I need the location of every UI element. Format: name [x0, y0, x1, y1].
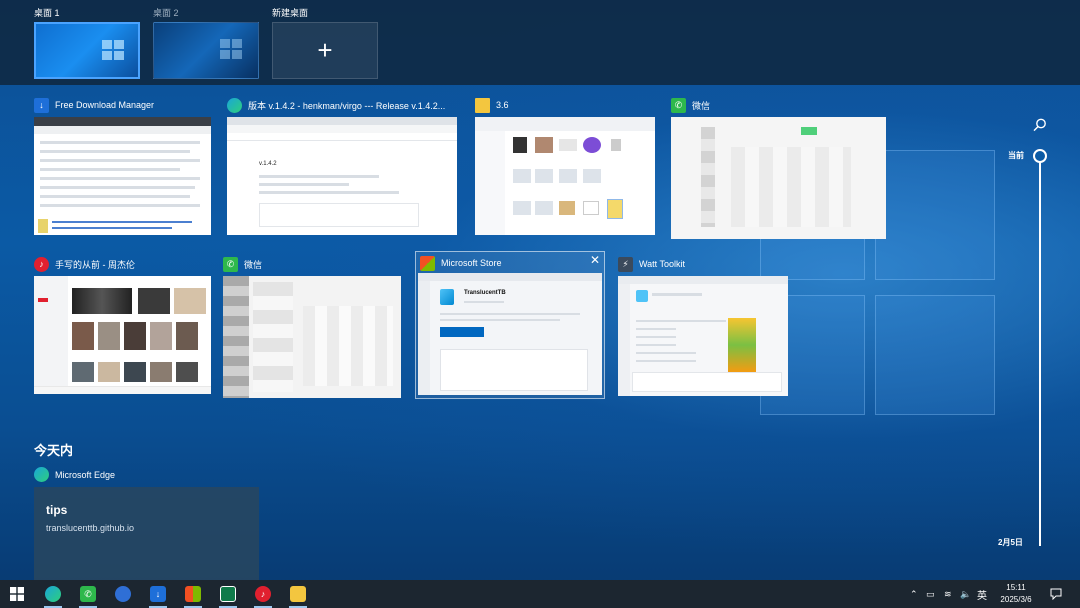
new-desktop-label: 新建桌面 — [272, 8, 309, 18]
virtual-desktops-bar: 桌面 1 桌面 2 新建桌面 + — [0, 0, 1080, 85]
window-title-bar: ♪ 手写的从前 - 周杰伦 — [34, 255, 135, 273]
timeline-current-label: 当前 — [1008, 151, 1024, 160]
activity-card-tips[interactable]: tips translucenttb.github.io — [34, 487, 259, 580]
show-hidden-icons-button[interactable]: ⌃ — [910, 580, 918, 608]
window-thumbnail — [34, 117, 211, 235]
taskbar-netease-music[interactable]: ♪ — [246, 580, 280, 608]
chevron-up-icon: ⌃ — [910, 588, 918, 599]
speaker-icon: 🔈 — [960, 588, 972, 599]
timeline-date-label[interactable]: 2月5日 — [998, 537, 1023, 548]
window-title: 手写的从前 - 周杰伦 — [55, 259, 135, 270]
fdm-icon: ↓ — [150, 586, 166, 602]
window-free-download-manager[interactable]: ↓ Free Download Manager — [34, 96, 211, 241]
wechat-icon: ✆ — [80, 586, 96, 602]
window-thumbnail — [223, 276, 401, 398]
start-button[interactable] — [0, 580, 34, 608]
taskbar-store[interactable] — [176, 580, 210, 608]
new-desktop-button[interactable]: + — [272, 22, 378, 79]
window-title-bar: ✆ 微信 — [671, 96, 710, 114]
activity-card-url: translucenttb.github.io — [46, 523, 135, 533]
window-title-bar: 3.6 — [475, 96, 509, 114]
watt-toolkit-icon: ⚡ — [618, 256, 633, 272]
plus-icon: + — [317, 35, 333, 65]
taskbar-watt-toolkit[interactable] — [211, 580, 245, 608]
window-title: 版本 v.1.4.2 - henkman/virgo --- Release v… — [248, 100, 446, 111]
window-netease-music[interactable]: ♪ 手写的从前 - 周杰伦 — [34, 255, 211, 400]
window-thumbnail: TranslucentTB — [418, 273, 602, 395]
windows-start-icon — [10, 587, 24, 601]
magnifier-app-icon — [115, 586, 131, 602]
desktop-2-thumbnail[interactable] — [153, 22, 259, 79]
window-thumbnail — [671, 117, 886, 239]
taskbar-search-app[interactable] — [106, 580, 140, 608]
window-title: Watt Toolkit — [639, 259, 686, 269]
taskbar-clock[interactable]: 15:11 2025/3/6 — [996, 582, 1036, 606]
windows-logo-icon — [102, 40, 124, 60]
taskbar-edge[interactable] — [36, 580, 70, 608]
edge-icon — [227, 97, 242, 113]
window-title: 微信 — [692, 100, 711, 111]
taskbar: ✆ ↓ ♪ ⌃ ▭ ≋ 🔈 英 15:11 2025/3/6 — [0, 580, 1080, 608]
window-title-bar: Microsoft Store — [420, 254, 502, 272]
desktop-2-label: 桌面 2 — [153, 8, 179, 18]
today-heading: 今天内 — [34, 443, 74, 458]
netease-music-icon: ♪ — [34, 256, 49, 272]
search-icon[interactable] — [1033, 118, 1047, 132]
watt-toolkit-icon — [220, 586, 236, 602]
activity-app-header: Microsoft Edge — [34, 467, 115, 482]
window-microsoft-store[interactable]: Microsoft Store ✕ TranslucentTB — [415, 251, 605, 399]
window-title: 3.6 — [496, 100, 509, 110]
window-title-bar: ↓ Free Download Manager — [34, 96, 154, 114]
window-title: Free Download Manager — [55, 100, 155, 110]
timeline-track[interactable] — [1039, 160, 1041, 546]
fdm-icon: ↓ — [34, 97, 49, 113]
close-window-button[interactable]: ✕ — [590, 253, 600, 267]
window-title: 微信 — [244, 259, 263, 270]
window-title-bar: ✆ 微信 — [223, 255, 262, 273]
store-icon — [185, 586, 201, 602]
action-center-button[interactable] — [1050, 580, 1062, 608]
desktop-1-label: 桌面 1 — [34, 8, 60, 18]
windows-logo-icon — [220, 39, 242, 59]
window-edge-virgo-release[interactable]: 版本 v.1.4.2 - henkman/virgo --- Release v… — [227, 96, 457, 241]
window-thumbnail — [475, 117, 655, 235]
store-icon — [420, 255, 435, 271]
notification-icon — [1050, 588, 1062, 600]
taskbar-file-explorer[interactable] — [281, 580, 315, 608]
folder-icon — [290, 586, 306, 602]
clock-time: 15:11 — [1006, 583, 1026, 592]
edge-icon — [34, 467, 49, 482]
activity-card-title: tips — [46, 503, 68, 517]
window-thumbnail — [34, 276, 211, 394]
window-title-bar: ⚡ Watt Toolkit — [618, 255, 685, 273]
clock-date: 2025/3/6 — [1000, 595, 1032, 604]
tray-volume[interactable]: 🔈 — [960, 580, 971, 608]
window-wechat-2[interactable]: ✆ 微信 — [223, 255, 401, 400]
window-folder-3-6[interactable]: 3.6 — [475, 96, 655, 241]
window-watt-toolkit[interactable]: ⚡ Watt Toolkit — [618, 255, 788, 400]
activity-app-name: Microsoft Edge — [55, 469, 116, 480]
window-wechat-1[interactable]: ✆ 微信 — [671, 96, 886, 241]
wechat-icon: ✆ — [223, 256, 238, 272]
store-app-name: TranslucentTB — [464, 290, 506, 296]
timeline-current-marker[interactable] — [1033, 149, 1047, 163]
window-thumbnail — [618, 276, 788, 396]
edge-icon — [45, 586, 61, 602]
tray-network[interactable]: ≋ — [944, 580, 952, 608]
battery-icon: ▭ — [926, 588, 935, 599]
window-title: Microsoft Store — [441, 258, 502, 268]
desktop-1-thumbnail[interactable] — [34, 22, 140, 79]
release-version-text: v.1.4.2 — [259, 161, 277, 167]
wifi-icon: ≋ — [944, 588, 952, 599]
ime-indicator[interactable]: 英 — [977, 580, 987, 608]
window-title-bar: 版本 v.1.4.2 - henkman/virgo --- Release v… — [227, 96, 445, 114]
folder-icon — [475, 97, 490, 113]
window-thumbnail: v.1.4.2 — [227, 117, 457, 235]
taskbar-fdm[interactable]: ↓ — [141, 580, 175, 608]
taskbar-wechat[interactable]: ✆ — [71, 580, 105, 608]
wechat-icon: ✆ — [671, 97, 686, 113]
netease-music-icon: ♪ — [255, 586, 271, 602]
tray-battery[interactable]: ▭ — [926, 580, 935, 608]
